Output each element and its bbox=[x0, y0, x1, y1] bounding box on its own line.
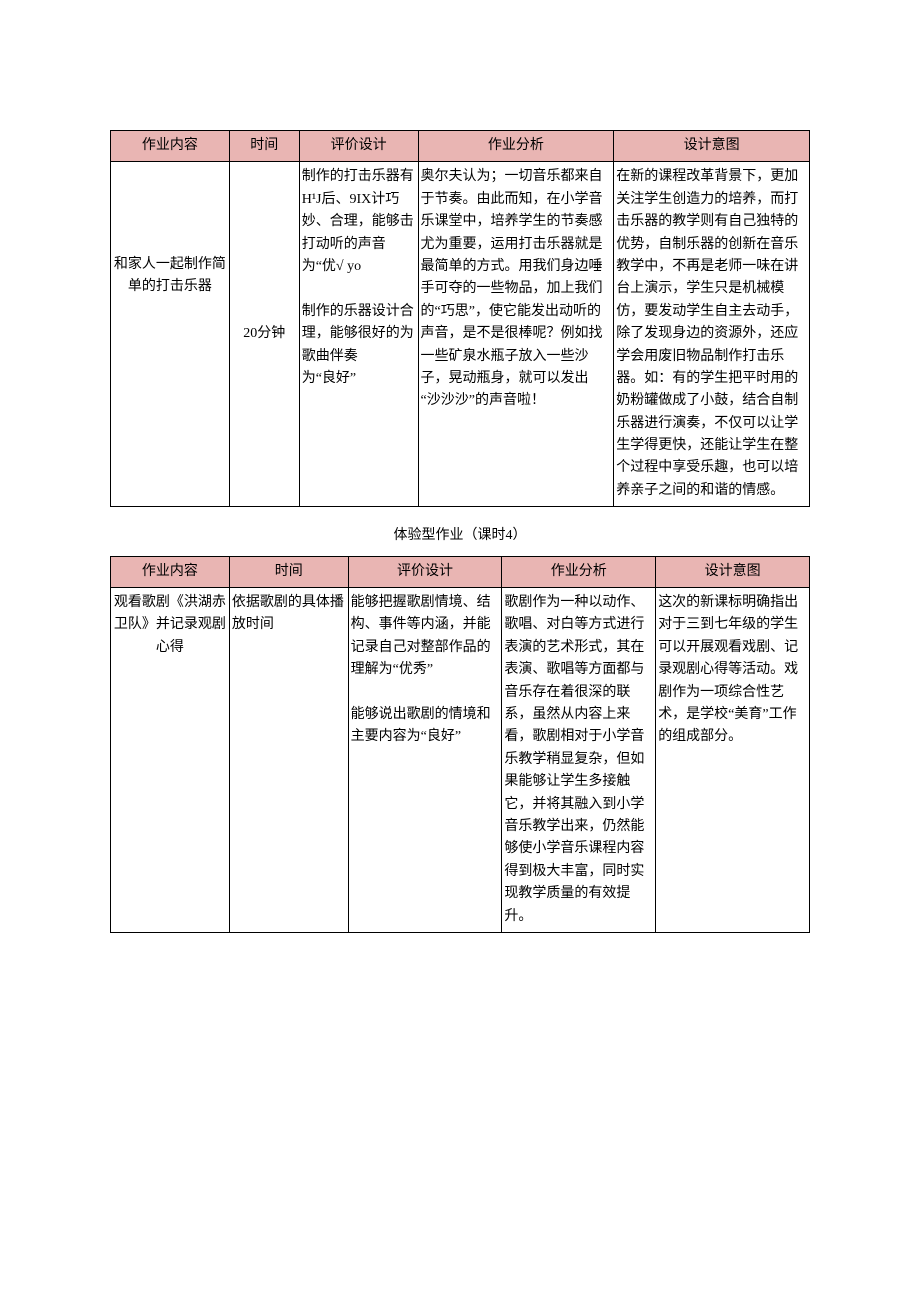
assignment-table-1: 作业内容 时间 评价设计 作业分析 设计意图 和家人一起制作简单的打击乐器 20… bbox=[110, 130, 810, 507]
t1-content-cell: 和家人一起制作简单的打击乐器 bbox=[111, 162, 230, 507]
t1-h-analysis: 作业分析 bbox=[418, 131, 614, 162]
section2-title: 体验型作业（课时4） bbox=[110, 525, 810, 547]
t1-eval-p2: H¹J后、9IX计巧妙、合理，能够击打动听的声音为“优√ yo bbox=[302, 189, 416, 279]
t1-eval-p3: 制作的乐器设计合理，能够很好的为歌曲伴奏 bbox=[302, 301, 416, 368]
t1-analysis-p1: 奥尔夫认为；一切音乐都来自于节奏。由此而知，在小学音乐课堂中，培养学生的节奏感尤… bbox=[421, 169, 603, 386]
t2-content-cell: 观看歌剧《洪湖赤卫队》并记录观剧心得 bbox=[111, 588, 230, 933]
t2-eval-p2: 能够说出歌剧的情境和主要内容为“良好” bbox=[351, 704, 500, 749]
t1-intent-cell: 在新的课程改革背景下，更加关注学生创造力的培养，而打击乐器的教学则有自己独特的优… bbox=[614, 162, 810, 507]
t2-intent-cell: 这次的新课标明确指出对于三到七年级的学生可以开展观看戏剧、记录观剧心得等活动。戏… bbox=[656, 588, 810, 933]
t2-time-cell: 依据歌剧的具体播放时间 bbox=[229, 588, 348, 933]
t2-h-eval: 评价设计 bbox=[348, 556, 502, 587]
t1-h-content: 作业内容 bbox=[111, 131, 230, 162]
t2-analysis-cell: 歌剧作为一种以动作、歌唱、对白等方式进行表演的艺术形式，其在表演、歌唱等方面都与… bbox=[502, 588, 656, 933]
table1-row: 和家人一起制作简单的打击乐器 20分钟 制作的打击乐器有 H¹J后、9IX计巧妙… bbox=[111, 162, 810, 507]
t1-h-time: 时间 bbox=[229, 131, 299, 162]
table2-row: 观看歌剧《洪湖赤卫队》并记录观剧心得 依据歌剧的具体播放时间 能够把握歌剧情境、… bbox=[111, 588, 810, 933]
t1-eval-p1: 制作的打击乐器有 bbox=[302, 166, 416, 188]
table1-header-row: 作业内容 时间 评价设计 作业分析 设计意图 bbox=[111, 131, 810, 162]
t1-time-cell: 20分钟 bbox=[229, 162, 299, 507]
t2-h-time: 时间 bbox=[229, 556, 348, 587]
t1-analysis-p2: “沙沙沙”的声音啦！ bbox=[421, 390, 612, 412]
assignment-table-2: 作业内容 时间 评价设计 作业分析 设计意图 观看歌剧《洪湖赤卫队》并记录观剧心… bbox=[110, 556, 810, 933]
t2-h-intent: 设计意图 bbox=[656, 556, 810, 587]
t2-eval-cell: 能够把握歌剧情境、结构、事件等内涵，并能记录自己对整部作品的理解为“优秀” 能够… bbox=[348, 588, 502, 933]
t1-h-intent: 设计意图 bbox=[614, 131, 810, 162]
t1-eval-cell: 制作的打击乐器有 H¹J后、9IX计巧妙、合理，能够击打动听的声音为“优√ yo… bbox=[299, 162, 418, 507]
t1-eval-p4: 为“良好” bbox=[302, 368, 416, 390]
t2-eval-p1: 能够把握歌剧情境、结构、事件等内涵，并能记录自己对整部作品的理解为“优秀” bbox=[351, 592, 500, 682]
t2-h-analysis: 作业分析 bbox=[502, 556, 656, 587]
table2-header-row: 作业内容 时间 评价设计 作业分析 设计意图 bbox=[111, 556, 810, 587]
t1-h-eval: 评价设计 bbox=[299, 131, 418, 162]
t1-analysis-cell: 奥尔夫认为；一切音乐都来自于节奏。由此而知，在小学音乐课堂中，培养学生的节奏感尤… bbox=[418, 162, 614, 507]
t2-h-content: 作业内容 bbox=[111, 556, 230, 587]
